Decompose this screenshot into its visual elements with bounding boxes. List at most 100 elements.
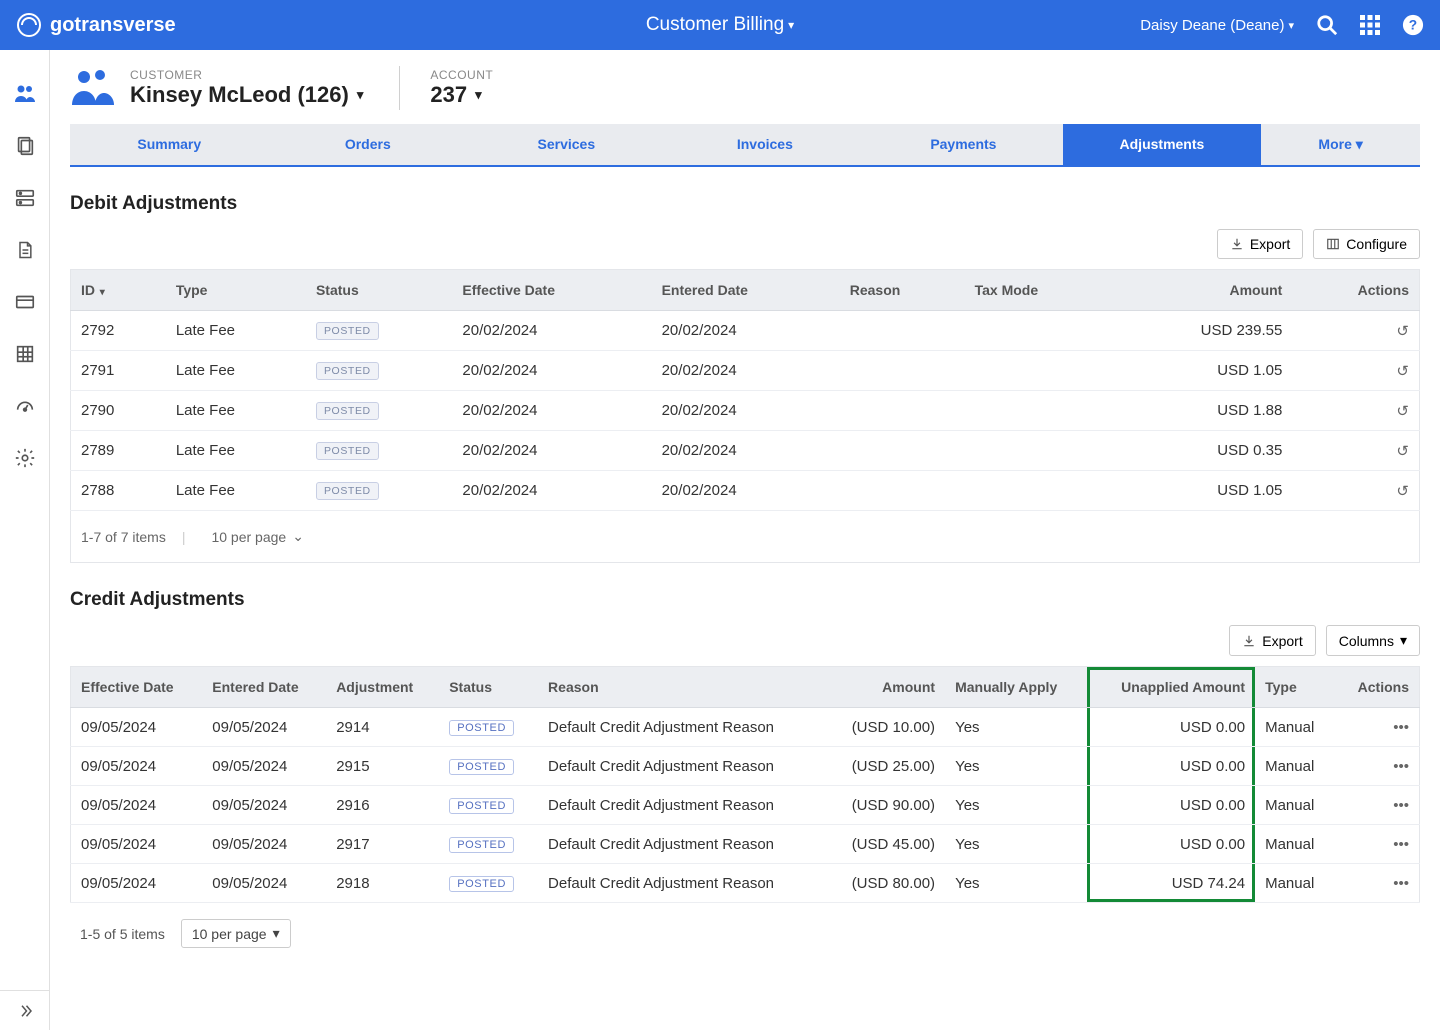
- col-amount[interactable]: Amount: [1112, 270, 1292, 311]
- customer-selector[interactable]: Kinsey McLeod (126) ▾: [130, 82, 363, 108]
- cell-id: 2788: [71, 471, 166, 511]
- cell-manually: Yes: [945, 708, 1087, 747]
- more-icon[interactable]: •••: [1393, 719, 1409, 736]
- cell-adjustment: 2914: [326, 708, 439, 747]
- cell-type: Late Fee: [166, 311, 306, 351]
- caret-down-icon: ▾: [273, 925, 280, 942]
- cell-manually: Yes: [945, 864, 1087, 903]
- debit-per-page[interactable]: 10 per page ⌄: [201, 523, 313, 550]
- tab-summary[interactable]: Summary: [70, 124, 269, 165]
- chevron-down-icon: ⌄: [292, 528, 304, 545]
- col-entered[interactable]: Entered Date: [652, 270, 840, 311]
- undo-icon[interactable]: ↺: [1396, 403, 1409, 420]
- tab-invoices[interactable]: Invoices: [666, 124, 865, 165]
- col-entered[interactable]: Entered Date: [202, 667, 326, 708]
- app-title-dropdown[interactable]: Customer Billing ▾: [646, 14, 794, 36]
- customer-label: CUSTOMER: [130, 68, 363, 82]
- sidebar-item-document[interactable]: [0, 224, 50, 276]
- col-status[interactable]: Status: [306, 270, 452, 311]
- col-effective[interactable]: Effective Date: [71, 667, 203, 708]
- cell-type: Late Fee: [166, 431, 306, 471]
- col-manually[interactable]: Manually Apply: [945, 667, 1087, 708]
- col-status[interactable]: Status: [439, 667, 538, 708]
- sidebar-expand[interactable]: [0, 990, 50, 1030]
- cell-type: Manual: [1255, 864, 1336, 903]
- credit-footer: 1-5 of 5 items 10 per page ▾: [70, 919, 1420, 948]
- search-icon[interactable]: [1316, 14, 1338, 36]
- cell-entered: 09/05/2024: [202, 786, 326, 825]
- sidebar-item-settings[interactable]: [0, 432, 50, 484]
- cell-effective: 09/05/2024: [71, 708, 203, 747]
- undo-icon[interactable]: ↺: [1396, 483, 1409, 500]
- col-adjustment[interactable]: Adjustment: [326, 667, 439, 708]
- status-badge: POSTED: [449, 759, 514, 775]
- user-menu[interactable]: Daisy Deane (Deane) ▾: [1140, 17, 1294, 34]
- col-effective[interactable]: Effective Date: [452, 270, 651, 311]
- status-badge: POSTED: [449, 876, 514, 892]
- sidebar-item-table[interactable]: [0, 328, 50, 380]
- col-unapplied[interactable]: Unapplied Amount: [1087, 667, 1255, 708]
- cell-type: Late Fee: [166, 351, 306, 391]
- cell-actions: ↺: [1292, 351, 1419, 391]
- cell-id: 2792: [71, 311, 166, 351]
- users-icon: [13, 82, 37, 106]
- cell-reason: [840, 391, 965, 431]
- caret-down-icon: ▾: [1288, 19, 1294, 32]
- account-selector[interactable]: 237 ▾: [430, 82, 493, 108]
- cell-taxmode: [965, 351, 1113, 391]
- more-icon[interactable]: •••: [1393, 875, 1409, 892]
- sort-desc-icon: ▾: [97, 287, 105, 298]
- debit-configure-button[interactable]: Configure: [1313, 229, 1420, 259]
- tab-orders[interactable]: Orders: [269, 124, 468, 165]
- col-reason[interactable]: Reason: [538, 667, 825, 708]
- cell-amount: USD 1.05: [1112, 351, 1292, 391]
- cell-unapplied: USD 0.00: [1087, 825, 1255, 864]
- cell-type: Manual: [1255, 825, 1336, 864]
- sidebar-item-customers[interactable]: [0, 68, 50, 120]
- debit-toolbar: Export Configure: [70, 229, 1420, 259]
- account-label: ACCOUNT: [430, 68, 493, 82]
- tab-payments[interactable]: Payments: [864, 124, 1063, 165]
- apps-grid-icon[interactable]: [1360, 15, 1380, 35]
- more-icon[interactable]: •••: [1393, 836, 1409, 853]
- credit-columns-button[interactable]: Columns ▾: [1326, 625, 1420, 656]
- col-taxmode[interactable]: Tax Mode: [965, 270, 1113, 311]
- tab-adjustments[interactable]: Adjustments: [1063, 124, 1262, 165]
- cell-manually: Yes: [945, 747, 1087, 786]
- logo[interactable]: gotransverse: [16, 12, 176, 38]
- customer-name: Kinsey McLeod (126): [130, 82, 349, 108]
- credit-export-button[interactable]: Export: [1229, 625, 1315, 656]
- help-icon[interactable]: ?: [1402, 14, 1424, 36]
- col-type[interactable]: Type: [1255, 667, 1336, 708]
- undo-icon[interactable]: ↺: [1396, 363, 1409, 380]
- sidebar-item-card[interactable]: [0, 276, 50, 328]
- cell-adjustment: 2916: [326, 786, 439, 825]
- more-icon[interactable]: •••: [1393, 797, 1409, 814]
- tab-services[interactable]: Services: [467, 124, 666, 165]
- cell-amount: (USD 10.00): [825, 708, 945, 747]
- status-badge: POSTED: [316, 402, 379, 420]
- sidebar-item-dashboard[interactable]: [0, 380, 50, 432]
- col-id[interactable]: ID ▾: [71, 270, 166, 311]
- undo-icon[interactable]: ↺: [1396, 323, 1409, 340]
- cell-reason: Default Credit Adjustment Reason: [538, 825, 825, 864]
- debit-table: ID ▾ Type Status Effective Date Entered …: [70, 269, 1420, 511]
- table-row: 2791Late FeePOSTED20/02/202420/02/2024US…: [71, 351, 1420, 391]
- col-type[interactable]: Type: [166, 270, 306, 311]
- col-reason[interactable]: Reason: [840, 270, 965, 311]
- sidebar-item-data[interactable]: [0, 172, 50, 224]
- status-badge: POSTED: [449, 720, 514, 736]
- caret-down-icon: ▾: [357, 87, 364, 103]
- tab-more[interactable]: More ▾: [1261, 124, 1420, 165]
- cell-taxmode: [965, 471, 1113, 511]
- more-icon[interactable]: •••: [1393, 758, 1409, 775]
- debit-export-button[interactable]: Export: [1217, 229, 1303, 259]
- sidebar-item-copy[interactable]: [0, 120, 50, 172]
- col-amount[interactable]: Amount: [825, 667, 945, 708]
- cell-adjustment: 2915: [326, 747, 439, 786]
- status-badge: POSTED: [316, 482, 379, 500]
- undo-icon[interactable]: ↺: [1396, 443, 1409, 460]
- table-row: 2790Late FeePOSTED20/02/202420/02/2024US…: [71, 391, 1420, 431]
- debit-title: Debit Adjustments: [70, 193, 1420, 215]
- credit-per-page[interactable]: 10 per page ▾: [181, 919, 291, 948]
